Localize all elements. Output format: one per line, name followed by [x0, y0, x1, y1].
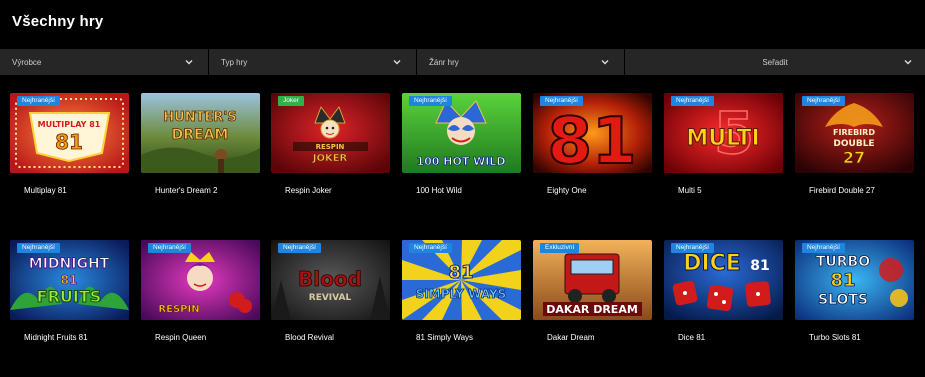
game-title[interactable]: Blood Revival — [285, 333, 334, 342]
game-tile[interactable]: 81 SIMPLY WAYS Nejhranější 81 Simply Way… — [402, 240, 521, 342]
logo-text: MULTI — [686, 126, 759, 151]
svg-text:TURBO: TURBO — [816, 254, 870, 270]
game-tile[interactable]: Blood REVIVAL Nejhranější Blood Revival — [271, 240, 390, 342]
game-tile[interactable]: RESPIN Nejhranější Respin Queen — [141, 240, 260, 342]
page-title: Všechny hry — [12, 13, 104, 30]
chevron-down-icon — [185, 60, 193, 65]
svg-text:SIMPLY WAYS: SIMPLY WAYS — [416, 287, 507, 301]
chevron-down-icon — [393, 60, 401, 65]
game-title[interactable]: Respin Joker — [285, 186, 332, 195]
game-thumbnail[interactable]: DAKAR DREAM Exkluzivní — [533, 240, 652, 320]
game-thumbnail[interactable]: HUNTER'S DREAM — [141, 93, 260, 173]
game-title[interactable]: Multiplay 81 — [24, 186, 67, 195]
game-title[interactable]: Midnight Fruits 81 — [24, 333, 88, 342]
game-thumbnail[interactable]: RESPIN Nejhranější — [141, 240, 260, 320]
game-tile[interactable]: 5 MULTI Nejhranější Multi 5 — [664, 93, 783, 195]
game-tile[interactable]: 100 HOT WILD Nejhranější 100 Hot Wild — [402, 93, 521, 195]
filter-game-genre-label: Žánr hry — [429, 57, 459, 67]
filter-game-type-label: Typ hry — [221, 57, 248, 67]
game-badge: Nejhranější — [409, 243, 452, 253]
game-badge: Nejhranější — [17, 96, 60, 106]
game-badge: Nejhranější — [278, 243, 321, 253]
game-tile[interactable]: FIREBIRD DOUBLE 27 Nejhranější Firebird … — [795, 93, 914, 195]
filter-sort-label: Seřadit — [762, 57, 788, 67]
game-thumbnail[interactable]: Blood REVIVAL Nejhranější — [271, 240, 390, 320]
game-title[interactable]: Turbo Slots 81 — [809, 333, 861, 342]
svg-text:HUNTER'S: HUNTER'S — [163, 110, 236, 125]
game-tile[interactable]: TURBO 81 SLOTS Nejhranější Turbo Slots 8… — [795, 240, 914, 342]
svg-text:SLOTS: SLOTS — [818, 292, 868, 308]
game-thumbnail[interactable]: MIDNIGHT 81 FRUITS Nejhranější — [10, 240, 129, 320]
svg-text:DICE: DICE — [683, 251, 741, 276]
game-thumbnail[interactable]: FIREBIRD DOUBLE 27 Nejhranější — [795, 93, 914, 173]
game-title[interactable]: 100 Hot Wild — [416, 186, 462, 195]
filter-bar: Výrobce Typ hry Žánr hry Seřadit — [0, 49, 925, 75]
chevron-down-icon — [601, 60, 609, 65]
logo-text: DAKAR DREAM — [546, 303, 638, 316]
svg-text:FRUITS: FRUITS — [37, 287, 102, 306]
game-tile[interactable]: RESPIN JOKER Joker Respin Joker — [271, 93, 390, 195]
svg-text:REVIVAL: REVIVAL — [309, 293, 352, 303]
chevron-down-icon — [904, 60, 912, 65]
game-thumbnail[interactable]: DICE 81 Nejhranější — [664, 240, 783, 320]
svg-text:RESPIN: RESPIN — [316, 143, 345, 151]
game-title[interactable]: Dice 81 — [678, 333, 705, 342]
svg-text:27: 27 — [843, 148, 865, 167]
svg-text:81: 81 — [55, 130, 83, 154]
filter-game-type[interactable]: Typ hry — [208, 49, 416, 75]
svg-text:100 HOT WILD: 100 HOT WILD — [416, 155, 505, 168]
svg-text:81: 81 — [750, 258, 769, 274]
game-thumbnail[interactable]: 5 MULTI Nejhranější — [664, 93, 783, 173]
game-badge: Nejhranější — [148, 243, 191, 253]
game-title[interactable]: Respin Queen — [155, 333, 206, 342]
svg-text:FIREBIRD: FIREBIRD — [833, 128, 875, 137]
game-title[interactable]: Hunter's Dream 2 — [155, 186, 217, 195]
game-artwork: HUNTER'S DREAM — [141, 93, 260, 173]
filter-game-genre[interactable]: Žánr hry — [416, 49, 624, 75]
game-title[interactable]: Eighty One — [547, 186, 587, 195]
svg-text:DREAM: DREAM — [172, 127, 229, 143]
logo-text: RESPIN — [158, 304, 199, 315]
svg-text:81: 81 — [61, 273, 78, 287]
game-badge: Joker — [278, 96, 304, 106]
game-badge: Nejhranější — [802, 96, 845, 106]
svg-text:81: 81 — [448, 262, 473, 283]
filter-manufacturer-label: Výrobce — [12, 57, 42, 67]
game-tile[interactable]: MIDNIGHT 81 FRUITS Nejhranější Midnight … — [10, 240, 129, 342]
game-tile[interactable]: HUNTER'S DREAM Hunter's Dream 2 — [141, 93, 260, 195]
svg-text:JOKER: JOKER — [312, 153, 348, 164]
game-thumbnail[interactable]: 81 SIMPLY WAYS Nejhranější — [402, 240, 521, 320]
game-thumbnail[interactable]: MULTIPLAY 81 81 Nejhranější — [10, 93, 129, 173]
filter-manufacturer[interactable]: Výrobce — [0, 49, 208, 75]
game-title[interactable]: 81 Simply Ways — [416, 333, 473, 342]
filter-sort[interactable]: Seřadit — [624, 49, 925, 75]
game-badge: Exkluzivní — [540, 243, 580, 253]
game-badge: Nejhranější — [17, 243, 60, 253]
game-tile[interactable]: 81 Nejhranější Eighty One — [533, 93, 652, 195]
game-tile[interactable]: DICE 81 Nejhranější Dice 81 — [664, 240, 783, 342]
svg-text:MIDNIGHT: MIDNIGHT — [29, 256, 110, 272]
game-badge: Nejhranější — [409, 96, 452, 106]
game-thumbnail[interactable]: RESPIN JOKER Joker — [271, 93, 390, 173]
game-thumbnail[interactable]: TURBO 81 SLOTS Nejhranější — [795, 240, 914, 320]
svg-text:81: 81 — [830, 270, 855, 291]
game-thumbnail[interactable]: 100 HOT WILD Nejhranější — [402, 93, 521, 173]
game-badge: Nejhranější — [802, 243, 845, 253]
game-tile[interactable]: MULTIPLAY 81 81 Nejhranější Multiplay 81 — [10, 93, 129, 195]
game-tile[interactable]: DAKAR DREAM Exkluzivní Dakar Dream — [533, 240, 652, 342]
logo-text: MULTIPLAY 81 — [38, 120, 101, 129]
game-thumbnail[interactable]: 81 Nejhranější — [533, 93, 652, 173]
game-title[interactable]: Multi 5 — [678, 186, 702, 195]
svg-text:Blood: Blood — [298, 267, 362, 291]
game-badge: Nejhranější — [540, 96, 583, 106]
logo-text: 81 — [547, 105, 636, 173]
game-badge: Nejhranější — [671, 243, 714, 253]
game-title[interactable]: Firebird Double 27 — [809, 186, 875, 195]
game-badge: Nejhranější — [671, 96, 714, 106]
game-title[interactable]: Dakar Dream — [547, 333, 595, 342]
